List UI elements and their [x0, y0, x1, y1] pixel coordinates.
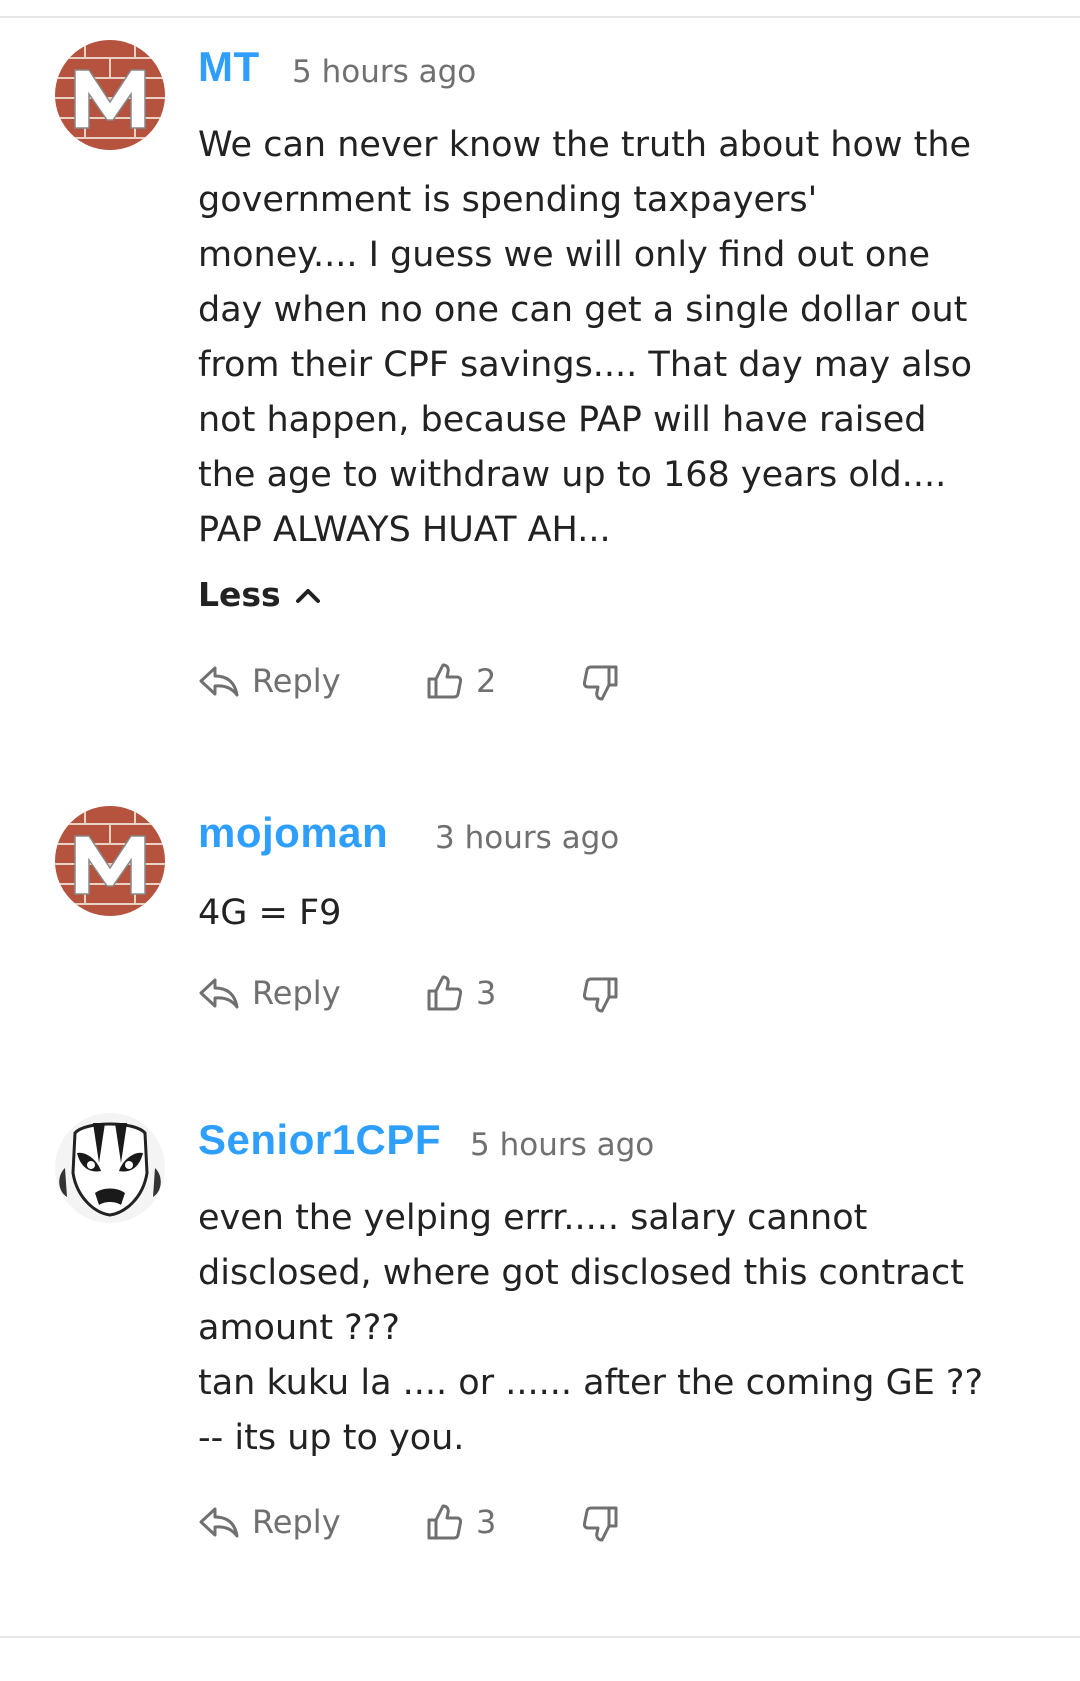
chevron-up-icon: [295, 588, 320, 603]
m-brick-avatar-icon: [55, 806, 165, 916]
comment-line: We can never know the truth about how th…: [198, 125, 972, 165]
upvote-button[interactable]: 3: [426, 1503, 496, 1541]
comment-line: the age to withdraw up to 168 years old.…: [198, 455, 947, 495]
username[interactable]: MT: [198, 42, 260, 92]
comment-line: from their CPF savings.... That day may …: [198, 345, 972, 385]
upvote-button[interactable]: 3: [426, 974, 496, 1012]
less-label: Less: [198, 575, 281, 614]
comment-line: PAP ALWAYS HUAT AH...: [198, 510, 611, 550]
upvote-count: 3: [476, 974, 497, 1012]
comment-line: 4G = F9: [198, 893, 342, 933]
comment-line: even the yelping errr..... salary cannot: [198, 1198, 868, 1238]
username[interactable]: Senior1CPF: [198, 1115, 441, 1165]
thumbs-down-icon: [582, 665, 618, 701]
masked-face-avatar-icon: [55, 1113, 165, 1223]
comment-line: not happen, because PAP will have raised: [198, 400, 927, 440]
reply-icon: [199, 978, 239, 1009]
reply-icon: [199, 666, 239, 697]
thumbs-down-icon: [582, 977, 618, 1013]
reply-label: Reply: [252, 974, 341, 1012]
comment-line: money.... I guess we will only find out …: [198, 235, 931, 275]
upvote-button[interactable]: 2: [426, 662, 496, 700]
comment-line: day when no one can get a single dollar …: [198, 290, 968, 330]
timestamp: 5 hours ago: [470, 1127, 655, 1163]
downvote-button[interactable]: [582, 976, 619, 1018]
reply-button[interactable]: Reply: [198, 662, 341, 700]
comment-body: We can never know the truth about how th…: [198, 118, 1010, 558]
comment-body: even the yelping errr..... salary cannot…: [198, 1191, 1010, 1466]
reply-button[interactable]: Reply: [198, 974, 341, 1012]
comment-body: 4G = F9: [198, 886, 1010, 941]
reply-button[interactable]: Reply: [198, 1503, 341, 1541]
reply-label: Reply: [252, 1503, 341, 1541]
comment-line: disclosed, where got disclosed this cont…: [198, 1253, 964, 1293]
thumbs-up-icon: [427, 1504, 462, 1540]
timestamp: 5 hours ago: [292, 54, 477, 90]
downvote-button[interactable]: [582, 664, 619, 706]
comment-line: -- its up to you.: [198, 1418, 465, 1458]
less-toggle[interactable]: Less: [198, 575, 321, 614]
avatar[interactable]: [55, 1113, 165, 1223]
reply-label: Reply: [252, 662, 341, 700]
upvote-count: 2: [476, 662, 497, 700]
bottom-divider: [0, 1636, 1080, 1638]
avatar[interactable]: [55, 806, 165, 916]
avatar[interactable]: [55, 40, 165, 150]
thumbs-up-icon: [427, 663, 462, 699]
comment-line: amount ???: [198, 1308, 400, 1348]
upvote-count: 3: [476, 1503, 497, 1541]
thumbs-up-icon: [427, 975, 462, 1011]
top-divider: [0, 16, 1080, 18]
username[interactable]: mojoman: [198, 808, 388, 858]
reply-icon: [199, 1507, 239, 1538]
comment-line: government is spending taxpayers': [198, 180, 818, 220]
downvote-button[interactable]: [582, 1505, 619, 1547]
comment-line: tan kuku la .... or ...... after the com…: [198, 1363, 984, 1403]
m-brick-avatar-icon: [55, 40, 165, 150]
thumbs-down-icon: [582, 1506, 618, 1542]
timestamp: 3 hours ago: [435, 820, 620, 856]
